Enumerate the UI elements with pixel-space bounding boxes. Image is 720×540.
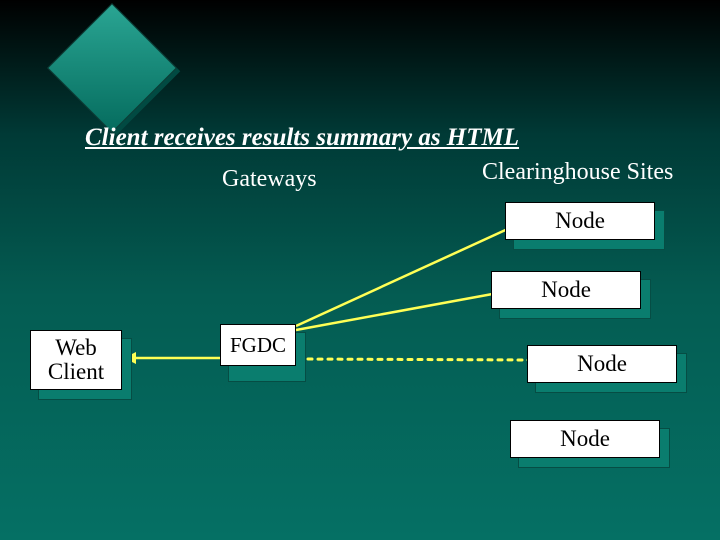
- heading-clearinghouse-sites: Clearinghouse Sites: [482, 159, 673, 186]
- node-2-label: Node: [541, 278, 591, 302]
- diamond-bullet-icon: [66, 22, 156, 112]
- slide-title: Client receives results summary as HTML: [85, 124, 519, 152]
- node-4-label: Node: [560, 427, 610, 451]
- fgdc-label: FGDC: [230, 334, 286, 356]
- heading-gateways: Gateways: [222, 166, 317, 193]
- node-1-label: Node: [555, 209, 605, 233]
- slide: Client receives results summary as HTML …: [0, 0, 720, 540]
- node-3-label: Node: [577, 352, 627, 376]
- web-client-label: WebClient: [48, 336, 104, 384]
